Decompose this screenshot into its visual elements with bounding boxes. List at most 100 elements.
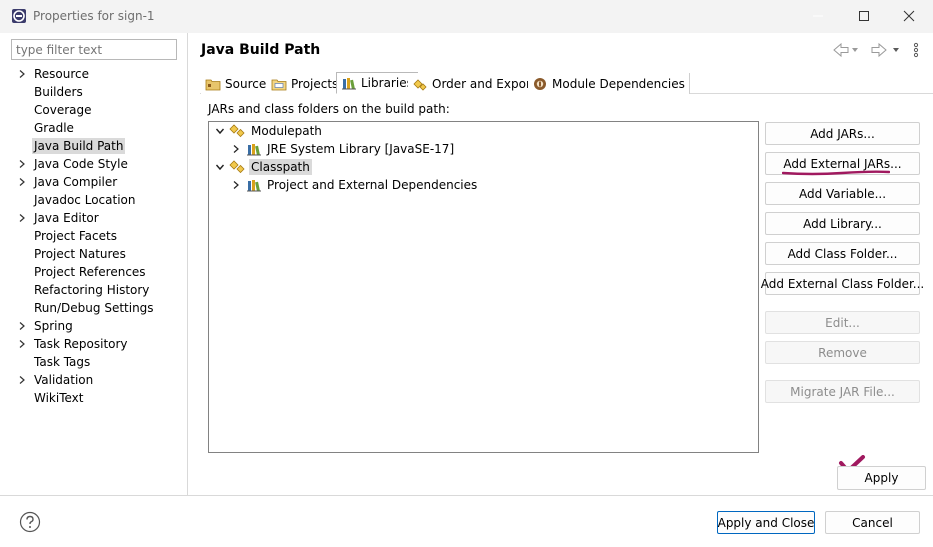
chevron-right-icon[interactable] [229,140,243,158]
sidebar-item-validation[interactable]: Validation [14,371,182,389]
add-variable-button[interactable]: Add Variable... [765,182,920,205]
title-bar: Properties for sign-1 [0,0,933,33]
projects-icon [271,79,287,90]
libraries-caption: JARs and class folders on the build path… [208,102,450,116]
source-folder-icon [205,79,221,90]
sidebar-item-label: Spring [34,319,73,333]
history-navigation [833,42,919,58]
tab-source[interactable]: Source [201,73,272,94]
help-icon[interactable] [19,511,41,533]
tree-item-project-deps[interactable]: Project and External Dependencies [229,176,479,194]
add-class-folder-button[interactable]: Add Class Folder... [765,242,920,265]
cancel-button[interactable]: Cancel [825,511,920,534]
back-dropdown-icon[interactable] [852,48,858,52]
chevron-right-icon[interactable] [229,176,243,194]
nav-spacer [14,191,30,209]
sidebar-item-task-repository[interactable]: Task Repository [14,335,182,353]
sidebar-item-wikitext[interactable]: WikiText [14,389,182,407]
sidebar-item-label: Resource [34,67,90,81]
sidebar-item-label: Refactoring History [34,283,150,297]
apply-button[interactable]: Apply [837,466,926,490]
sidebar-item-label: WikiText [34,391,84,405]
sidebar-item-run-debug-settings[interactable]: Run/Debug Settings [14,299,182,317]
forward-arrow-icon[interactable] [871,42,887,58]
nav-spacer [14,137,30,155]
sidebar-item-project-natures[interactable]: Project Natures [14,245,182,263]
sidebar-item-label: Javadoc Location [34,193,136,207]
chevron-right-icon[interactable] [14,173,30,191]
tab-projects[interactable]: Projects [267,73,344,94]
tab-libraries[interactable]: Libraries [336,72,418,94]
sidebar-item-project-facets[interactable]: Project Facets [14,227,182,245]
order-export-icon [413,78,427,91]
sidebar-item-coverage[interactable]: Coverage [14,101,182,119]
sidebar-item-gradle[interactable]: Gradle [14,119,182,137]
sidebar-item-builders[interactable]: Builders [14,83,182,101]
sidebar-item-java-editor[interactable]: Java Editor [14,209,182,227]
chevron-right-icon[interactable] [14,335,30,353]
tab-libraries-label: Libraries [361,76,413,90]
add-library-button[interactable]: Add Library... [765,212,920,235]
nav-spacer [14,227,30,245]
chevron-right-icon[interactable] [14,317,30,335]
sidebar-item-refactoring-history[interactable]: Refactoring History [14,281,182,299]
sidebar-divider [187,33,188,495]
tree-label-project-deps: Project and External Dependencies [267,178,478,192]
sidebar-item-project-references[interactable]: Project References [14,263,182,281]
chevron-right-icon[interactable] [14,155,30,173]
tab-order-export[interactable]: Order and Export [408,73,541,94]
chevron-right-icon[interactable] [14,371,30,389]
sidebar-item-label: Project Facets [34,229,117,243]
library-icon [245,177,263,193]
sidebar-item-label: Java Editor [34,211,99,225]
sidebar-item-java-build-path[interactable]: Java Build Path [14,137,182,155]
sidebar-item-label: Builders [34,85,83,99]
tree-item-modulepath[interactable]: Modulepath [213,122,324,140]
chevron-right-icon[interactable] [14,65,30,83]
view-menu-icon[interactable] [913,42,919,58]
sidebar-item-spring[interactable]: Spring [14,317,182,335]
chevron-down-icon[interactable] [213,122,227,140]
nav-spacer [14,245,30,263]
build-path-tree[interactable]: Modulepath JRE System Library [JavaSE-17… [208,121,759,453]
minimize-button[interactable] [796,4,840,28]
forward-dropdown-icon[interactable] [893,48,899,52]
add-external-class-folder-button[interactable]: Add External Class Folder... [761,272,924,295]
sidebar-item-label: Task Tags [34,355,91,369]
remove-button[interactable]: Remove [765,341,920,364]
tree-item-jre-system-library[interactable]: JRE System Library [JavaSE-17] [229,140,456,158]
sidebar-item-label: Validation [34,373,94,387]
nav-spacer [14,83,30,101]
nav-spacer [14,263,30,281]
apply-and-close-button[interactable]: Apply and Close [717,511,815,534]
sidebar-item-java-compiler[interactable]: Java Compiler [14,173,182,191]
edit-button[interactable]: Edit... [765,311,920,334]
chevron-right-icon[interactable] [14,209,30,227]
window-title: Properties for sign-1 [33,9,155,23]
filter-input[interactable] [11,39,177,60]
back-arrow-icon[interactable] [833,42,849,58]
sidebar-item-label: Project References [34,265,146,279]
tree-label-classpath: Classpath [249,159,312,175]
sidebar-item-label: Run/Debug Settings [34,301,154,315]
sidebar-item-label: Gradle [34,121,74,135]
sidebar-item-task-tags[interactable]: Task Tags [14,353,182,371]
tab-order-export-label: Order and Export [432,76,536,91]
sidebar-item-javadoc-location[interactable]: Javadoc Location [14,191,182,209]
close-window-button[interactable] [887,4,931,28]
sidebar-item-label: Java Build Path [32,138,126,154]
close-icon [903,10,915,22]
tab-source-label: Source [225,76,267,91]
tree-label-modulepath: Modulepath [251,124,322,138]
footer-divider [0,495,933,496]
page-title: Java Build Path [201,42,321,58]
migrate-jar-button[interactable]: Migrate JAR File... [765,380,920,403]
tree-item-classpath[interactable]: Classpath [213,158,312,176]
sidebar-item-resource[interactable]: Resource [14,65,182,83]
classpath-icon [229,159,247,175]
chevron-down-icon[interactable] [213,158,227,176]
maximize-button[interactable] [842,4,886,28]
tab-module-dependencies[interactable]: Module Dependencies [528,73,690,94]
sidebar-item-java-code-style[interactable]: Java Code Style [14,155,182,173]
add-jars-button[interactable]: Add JARs... [765,122,920,145]
